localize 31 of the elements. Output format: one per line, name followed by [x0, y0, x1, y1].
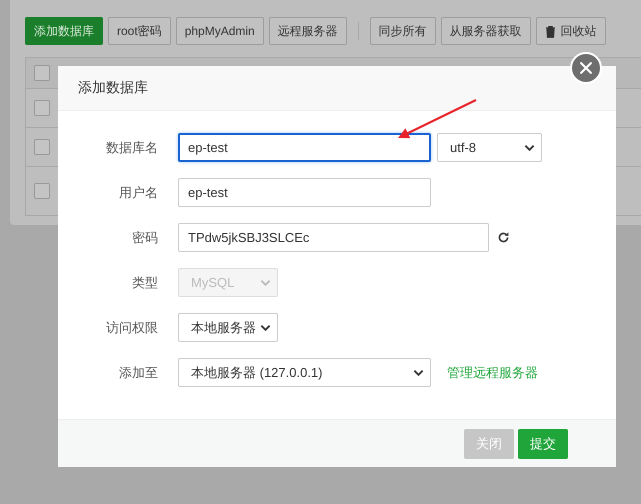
checkbox[interactable]: [34, 65, 50, 81]
select-field[interactable]: 本地服务器: [178, 313, 278, 342]
field-label: 用户名: [118, 184, 158, 202]
add-button[interactable]: 添加数据库: [25, 17, 103, 45]
field-label: 添加至: [118, 364, 158, 382]
refresh-icon[interactable]: [497, 231, 510, 244]
chevron-icon: [524, 144, 535, 152]
toolbar-button[interactable]: 同步所有: [370, 17, 436, 45]
select-field[interactable]: 本地服务器 (127.0.0.1): [178, 358, 431, 387]
trash-icon: [544, 24, 556, 38]
field-label: 数据库名: [105, 138, 158, 156]
checkbox[interactable]: [34, 100, 50, 116]
select-field[interactable]: utf-8: [437, 133, 542, 162]
input-field[interactable]: TPdw5jkSBJ3SLCEc: [178, 223, 489, 252]
input-field[interactable]: ep-test: [178, 133, 431, 162]
field-label: 密码: [131, 228, 158, 246]
checkbox[interactable]: [34, 183, 50, 199]
recycle-bin-button[interactable]: 回收站: [536, 17, 606, 45]
input-field[interactable]: ep-test: [178, 178, 431, 207]
toolbar-button[interactable]: phpMyAdmin: [176, 17, 264, 45]
toolbar-button[interactable]: 远程服务器: [268, 17, 347, 45]
chevron-icon: [260, 278, 271, 286]
checkbox[interactable]: [34, 139, 50, 155]
field-label: 访问权限: [105, 318, 158, 336]
chevron-icon: [413, 368, 424, 376]
toolbar-button[interactable]: 从服务器获取: [440, 17, 531, 45]
chevron-icon: [260, 324, 271, 332]
close-icon: [579, 61, 593, 75]
field-label: 类型: [131, 274, 158, 292]
toolbar-button[interactable]: root密码: [108, 17, 171, 45]
dialog-title: 添加数据库: [78, 79, 148, 97]
